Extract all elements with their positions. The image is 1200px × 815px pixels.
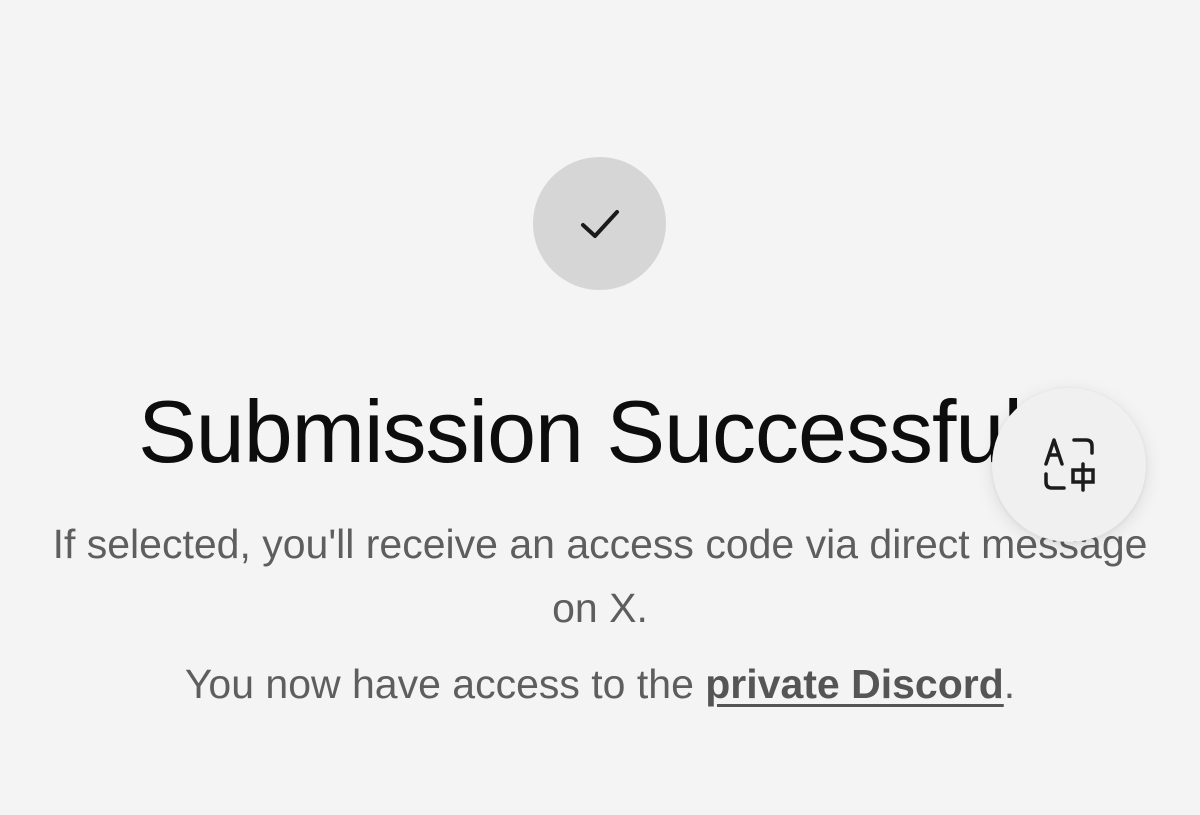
description-text: If selected, you'll receive an access co…	[52, 521, 1148, 631]
translate-button[interactable]	[992, 388, 1146, 542]
checkmark-icon	[580, 209, 619, 238]
discord-access-text: You now have access to the private Disco…	[0, 656, 1200, 712]
success-status-badge	[533, 157, 666, 290]
discord-text-suffix: .	[1003, 661, 1016, 707]
private-discord-link[interactable]: private Discord	[705, 661, 1004, 707]
discord-text-prefix: You now have access to the	[184, 661, 706, 707]
translate-icon	[1044, 438, 1095, 492]
